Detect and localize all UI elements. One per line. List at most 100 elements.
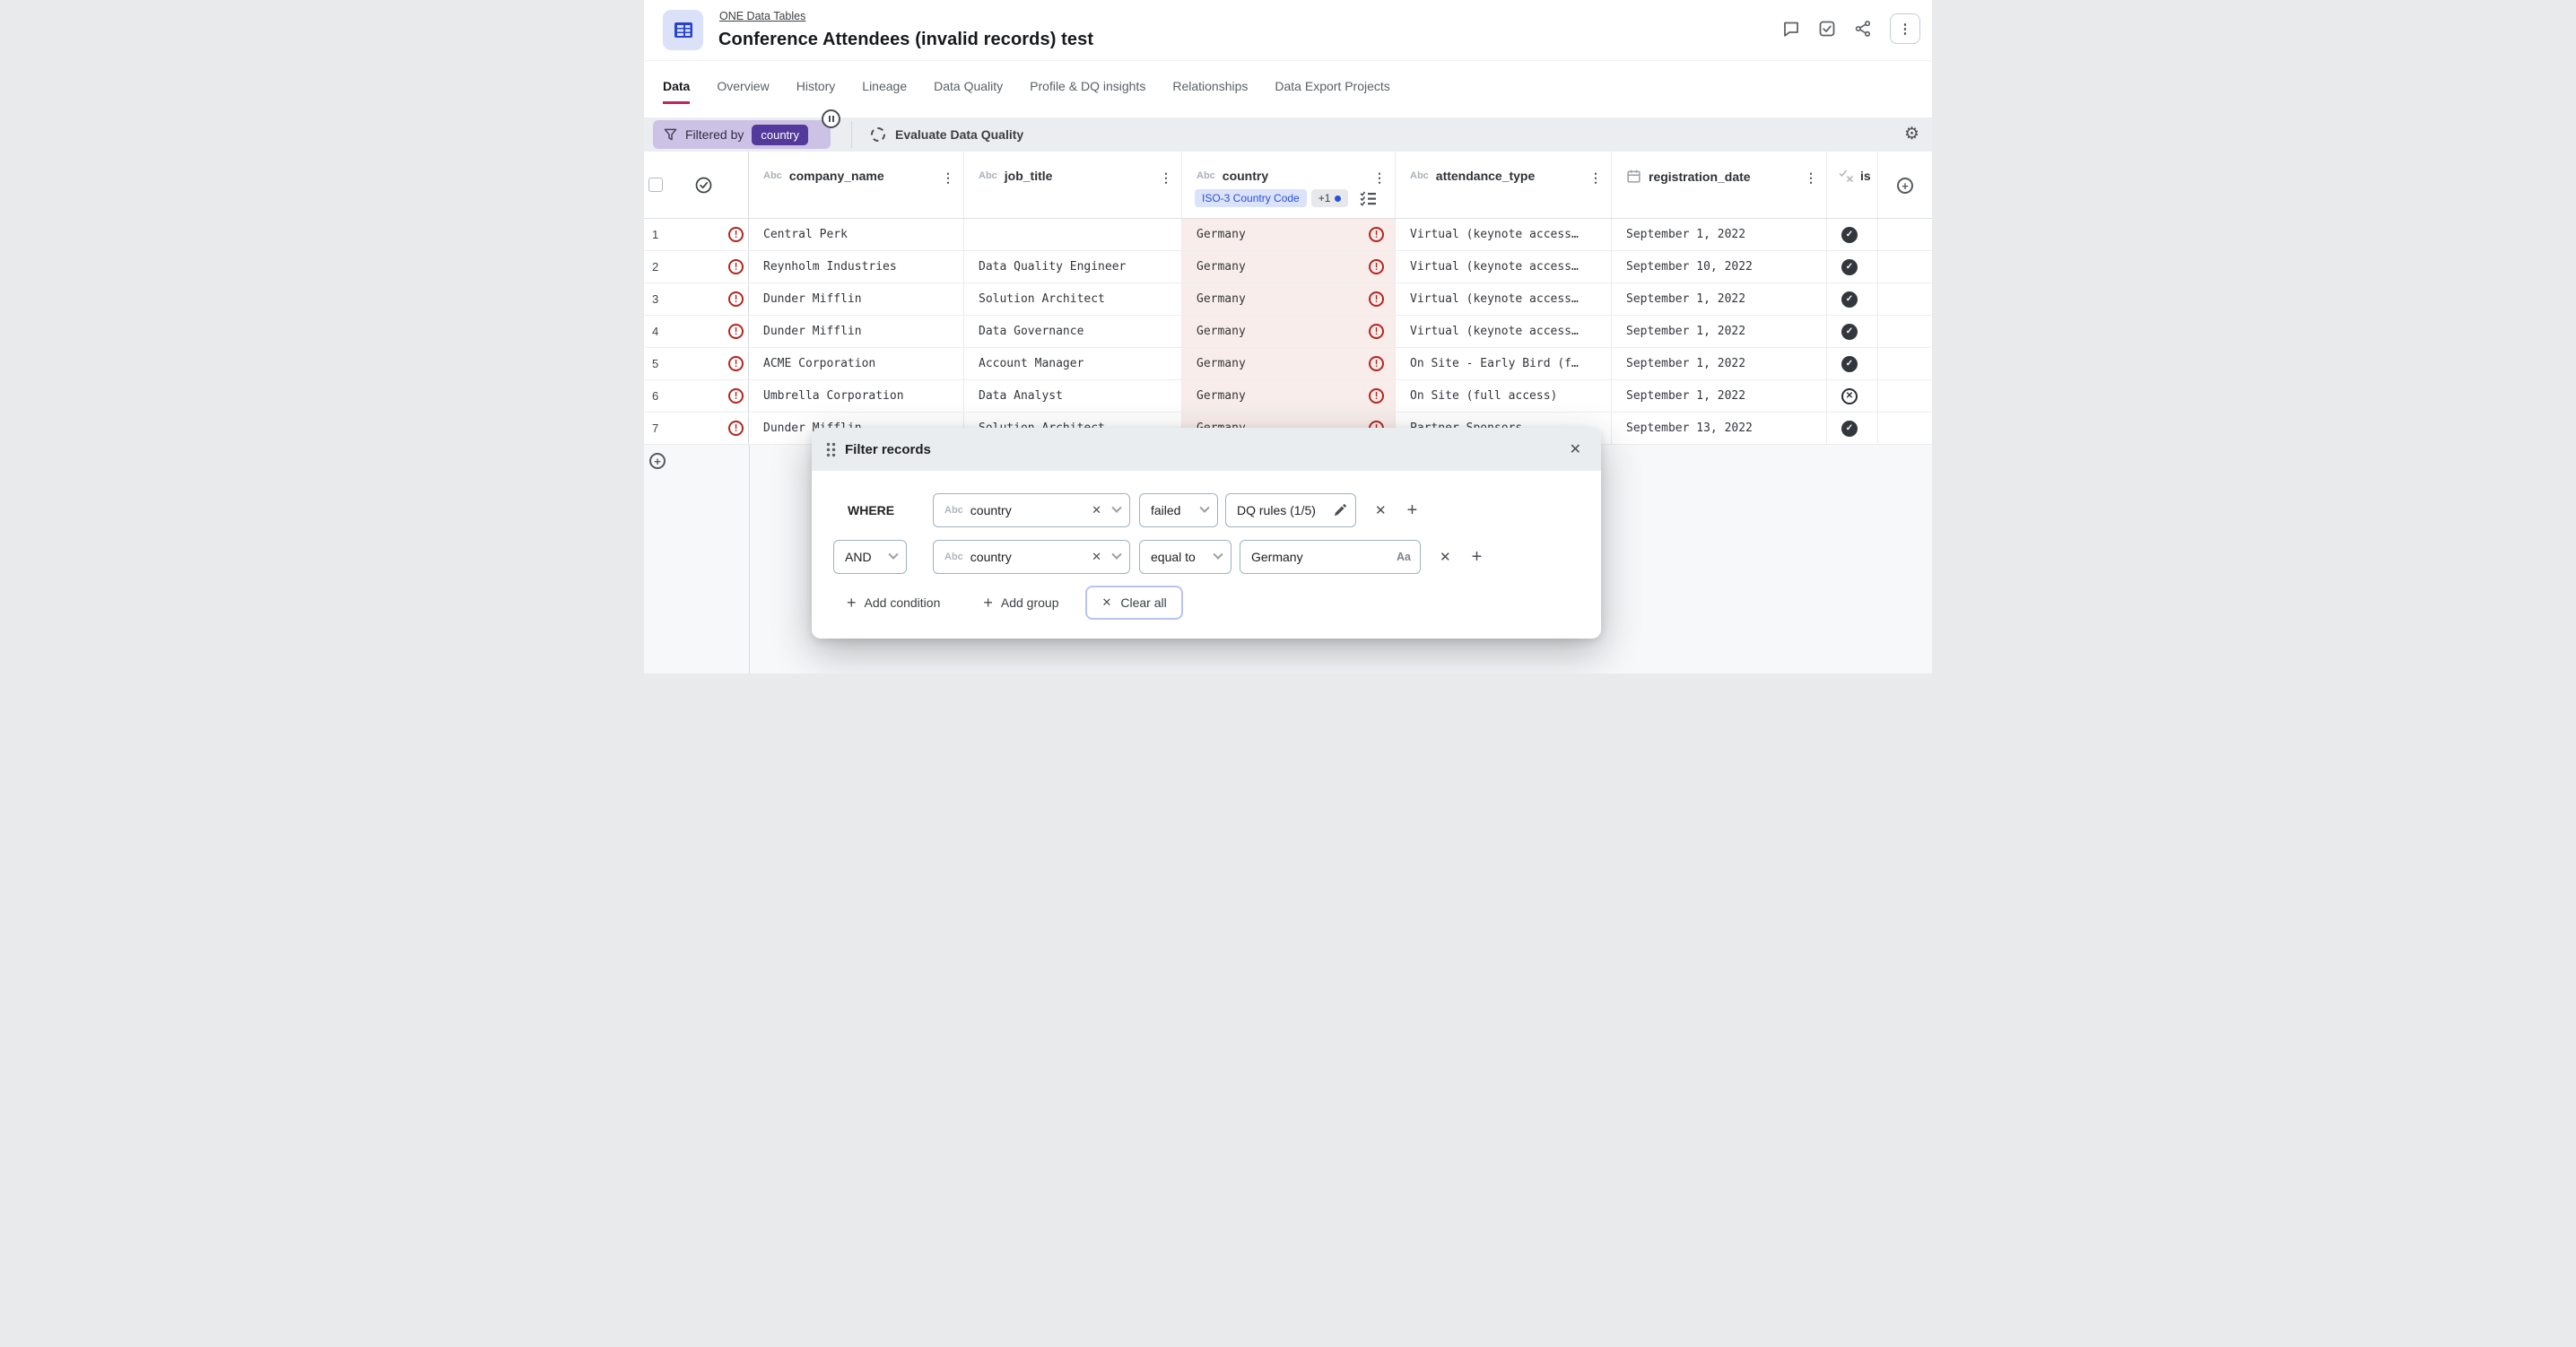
tab-overview[interactable]: Overview [717, 79, 769, 104]
clear-all-button[interactable]: ✕ Clear all [1085, 586, 1182, 620]
cell-country[interactable]: Germany! [1182, 251, 1396, 282]
tab-history[interactable]: History [796, 79, 836, 104]
tab-data-export-projects[interactable]: Data Export Projects [1275, 79, 1389, 104]
invalid-record-icon[interactable]: ! [728, 388, 744, 404]
column-header-attendance-type[interactable]: Abc attendance_type ⋮ [1396, 152, 1612, 218]
close-icon[interactable]: ✕ [1570, 440, 1581, 458]
remove-condition-icon[interactable]: ✕ [1375, 502, 1387, 518]
logic-operator-select[interactable]: AND [833, 540, 907, 574]
column-menu-icon[interactable]: ⋮ [1805, 170, 1817, 186]
comment-icon[interactable] [1782, 20, 1800, 38]
add-row-button[interactable]: + [649, 453, 666, 469]
invalid-record-icon[interactable]: ! [728, 291, 744, 307]
cell-country[interactable]: Germany! [1182, 380, 1396, 412]
task-checkbox-icon[interactable] [1818, 20, 1836, 38]
tab-data[interactable]: Data [663, 79, 690, 104]
more-options-button[interactable]: ⋮ [1890, 13, 1920, 44]
cell-is-valid[interactable]: ✓ [1827, 219, 1878, 250]
clear-field-icon[interactable]: ✕ [1092, 503, 1101, 517]
cell-job-title[interactable] [964, 219, 1182, 250]
column-menu-icon[interactable]: ⋮ [942, 170, 954, 186]
cell-company-name[interactable]: Dunder Mifflin [749, 283, 964, 315]
cell-registration-date[interactable]: September 1, 2022 [1612, 316, 1827, 347]
breadcrumb[interactable]: ONE Data Tables [719, 10, 805, 22]
filtered-by-pill[interactable]: Filtered by country [653, 120, 831, 149]
invalid-record-icon[interactable]: ! [728, 259, 744, 274]
cell-is-valid[interactable]: ✓ [1827, 413, 1878, 444]
column-menu-icon[interactable]: ⋮ [1373, 170, 1386, 186]
invalid-value-icon[interactable]: ! [1369, 388, 1384, 404]
cell-is-valid[interactable]: ✕ [1827, 380, 1878, 412]
cell-company-name[interactable]: ACME Corporation [749, 348, 964, 379]
share-icon[interactable] [1854, 20, 1872, 38]
cell-company-name[interactable]: Umbrella Corporation [749, 380, 964, 412]
add-condition-button[interactable]: + Add condition [847, 595, 940, 611]
cell-job-title[interactable]: Data Governance [964, 316, 1182, 347]
cell-attendance-type[interactable]: On Site (full access) [1396, 380, 1612, 412]
cell-registration-date[interactable]: September 13, 2022 [1612, 413, 1827, 444]
select-all-checkbox[interactable] [648, 178, 663, 192]
operator-select-failed[interactable]: failed [1139, 493, 1218, 527]
cell-is-valid[interactable]: ✓ [1827, 316, 1878, 347]
cell-country[interactable]: Germany! [1182, 348, 1396, 379]
add-column-button[interactable]: + [1897, 178, 1913, 194]
add-condition-icon[interactable]: + [1407, 501, 1418, 519]
cell-job-title[interactable]: Data Quality Engineer [964, 251, 1182, 282]
tab-relationships[interactable]: Relationships [1172, 79, 1248, 104]
cell-registration-date[interactable]: September 1, 2022 [1612, 219, 1827, 250]
gear-icon[interactable]: ⚙ [1904, 125, 1919, 144]
invalid-record-icon[interactable]: ! [728, 421, 744, 436]
cell-country[interactable]: Germany! [1182, 283, 1396, 315]
cell-attendance-type[interactable]: Virtual (keynote access… [1396, 251, 1612, 282]
cell-attendance-type[interactable]: Virtual (keynote access… [1396, 316, 1612, 347]
cell-country[interactable]: Germany! [1182, 316, 1396, 347]
column-menu-icon[interactable]: ⋮ [1160, 170, 1172, 186]
column-header-company-name[interactable]: Abc company_name ⋮ [749, 152, 964, 218]
cell-is-valid[interactable]: ✓ [1827, 251, 1878, 282]
remove-condition-icon[interactable]: ✕ [1440, 549, 1451, 565]
column-header-is[interactable]: is [1827, 152, 1878, 218]
tab-profile-dq-insights[interactable]: Profile & DQ insights [1030, 79, 1145, 104]
pause-filter-button[interactable] [822, 109, 840, 128]
drag-handle-icon[interactable] [826, 442, 836, 457]
case-sensitivity-toggle[interactable]: Aa [1397, 551, 1411, 563]
dq-rule-badge[interactable]: ISO-3 Country Code [1195, 189, 1307, 207]
evaluate-data-quality-button[interactable]: Evaluate Data Quality [871, 117, 1023, 152]
invalid-value-icon[interactable]: ! [1369, 324, 1384, 339]
cell-company-name[interactable]: Reynholm Industries [749, 251, 964, 282]
cell-company-name[interactable]: Dunder Mifflin [749, 316, 964, 347]
more-rules-badge[interactable]: +1 [1311, 189, 1349, 207]
column-header-job-title[interactable]: Abc job_title ⋮ [964, 152, 1182, 218]
invalid-value-icon[interactable]: ! [1369, 259, 1384, 274]
invalid-value-icon[interactable]: ! [1369, 356, 1384, 371]
cell-is-valid[interactable]: ✓ [1827, 283, 1878, 315]
clear-field-icon[interactable]: ✕ [1092, 550, 1101, 564]
invalid-record-icon[interactable]: ! [728, 227, 744, 242]
invalid-value-icon[interactable]: ! [1369, 291, 1384, 307]
value-input[interactable]: Germany Aa [1240, 540, 1421, 574]
add-group-button[interactable]: + Add group [983, 595, 1058, 611]
cell-job-title[interactable]: Data Analyst [964, 380, 1182, 412]
cell-attendance-type[interactable]: On Site - Early Bird (f… [1396, 348, 1612, 379]
add-condition-icon[interactable]: + [1472, 548, 1483, 566]
invalid-value-icon[interactable]: ! [1369, 227, 1384, 242]
cell-registration-date[interactable]: September 1, 2022 [1612, 380, 1827, 412]
cell-registration-date[interactable]: September 1, 2022 [1612, 283, 1827, 315]
cell-country[interactable]: Germany! [1182, 219, 1396, 250]
cell-attendance-type[interactable]: Virtual (keynote access… [1396, 219, 1612, 250]
field-select-country[interactable]: Abc country ✕ [933, 493, 1130, 527]
column-menu-icon[interactable]: ⋮ [1589, 170, 1602, 186]
field-select-country[interactable]: Abc country ✕ [933, 540, 1130, 574]
operator-select-equal-to[interactable]: equal to [1139, 540, 1231, 574]
invalid-record-icon[interactable]: ! [728, 324, 744, 339]
cell-registration-date[interactable]: September 10, 2022 [1612, 251, 1827, 282]
cell-company-name[interactable]: Central Perk [749, 219, 964, 250]
tab-lineage[interactable]: Lineage [862, 79, 907, 104]
column-header-country[interactable]: Abc country ⋮ ISO-3 Country Code +1 [1182, 152, 1396, 218]
cell-job-title[interactable]: Solution Architect [964, 283, 1182, 315]
cell-registration-date[interactable]: September 1, 2022 [1612, 348, 1827, 379]
cell-is-valid[interactable]: ✓ [1827, 348, 1878, 379]
cell-job-title[interactable]: Account Manager [964, 348, 1182, 379]
column-header-registration-date[interactable]: registration_date ⋮ [1612, 152, 1827, 218]
cell-attendance-type[interactable]: Virtual (keynote access… [1396, 283, 1612, 315]
